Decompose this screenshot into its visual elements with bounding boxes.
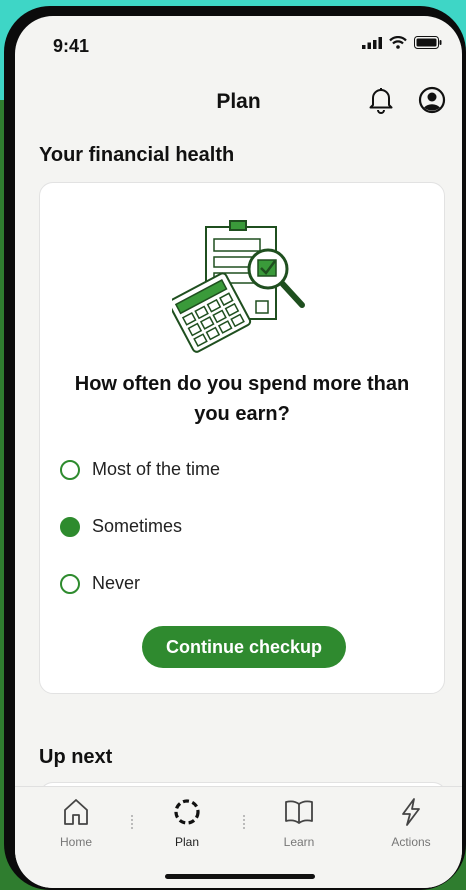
option-sometimes[interactable]: Sometimes [60, 516, 182, 537]
plan-icon [174, 799, 200, 825]
tab-learn-label: Learn [283, 835, 315, 849]
profile-icon[interactable] [418, 86, 446, 114]
status-bar: 9:41 [15, 16, 462, 74]
tab-plan[interactable]: Plan [147, 797, 227, 849]
bell-icon[interactable] [368, 86, 394, 114]
option-label: Most of the time [92, 459, 221, 479]
tab-home[interactable]: Home [36, 797, 116, 849]
tab-learn[interactable]: Learn [259, 797, 339, 849]
tab-divider [131, 815, 135, 829]
radio-most-of-the-time[interactable] [60, 459, 80, 480]
section-title-up-next: Up next [39, 746, 113, 768]
financial-health-card: How often do you spend more than you ear… [39, 182, 445, 694]
option-label: Never [92, 573, 141, 593]
radio-sometimes[interactable] [60, 516, 80, 537]
section-title-financial-health: Your financial health [39, 144, 235, 166]
home-icon [64, 799, 88, 825]
page-title: Plan [216, 90, 261, 113]
top-header: Plan [15, 74, 462, 126]
tab-actions[interactable]: Actions [371, 797, 451, 849]
option-most-of-the-time[interactable]: Most of the time [60, 459, 220, 480]
option-never[interactable]: Never [60, 573, 140, 594]
status-time: 9:41 [53, 36, 90, 56]
app-screen: 9:41 Plan Your financial health How ofte… [15, 16, 462, 888]
radio-never[interactable] [60, 573, 80, 594]
battery-icon [414, 36, 442, 49]
continue-checkup-button[interactable]: Continue checkup [142, 626, 346, 668]
tab-plan-label: Plan [174, 835, 200, 849]
tab-home-label: Home [59, 835, 92, 849]
tab-actions-label: Actions [391, 835, 431, 849]
phone-frame: 9:41 Plan Your financial health How ofte… [4, 6, 466, 890]
health-question: How often do you spend more than you ear… [74, 373, 410, 425]
tab-divider [243, 815, 247, 829]
signal-icon [362, 36, 382, 49]
bottom-tab-bar: Home Plan Learn Actions [15, 786, 462, 888]
option-label: Sometimes [92, 516, 183, 536]
status-icons [362, 36, 442, 49]
lightning-icon [402, 798, 420, 826]
calculator-checklist-illustration [172, 220, 305, 353]
book-icon [285, 800, 313, 824]
wifi-icon [389, 36, 407, 49]
home-indicator [165, 874, 315, 879]
